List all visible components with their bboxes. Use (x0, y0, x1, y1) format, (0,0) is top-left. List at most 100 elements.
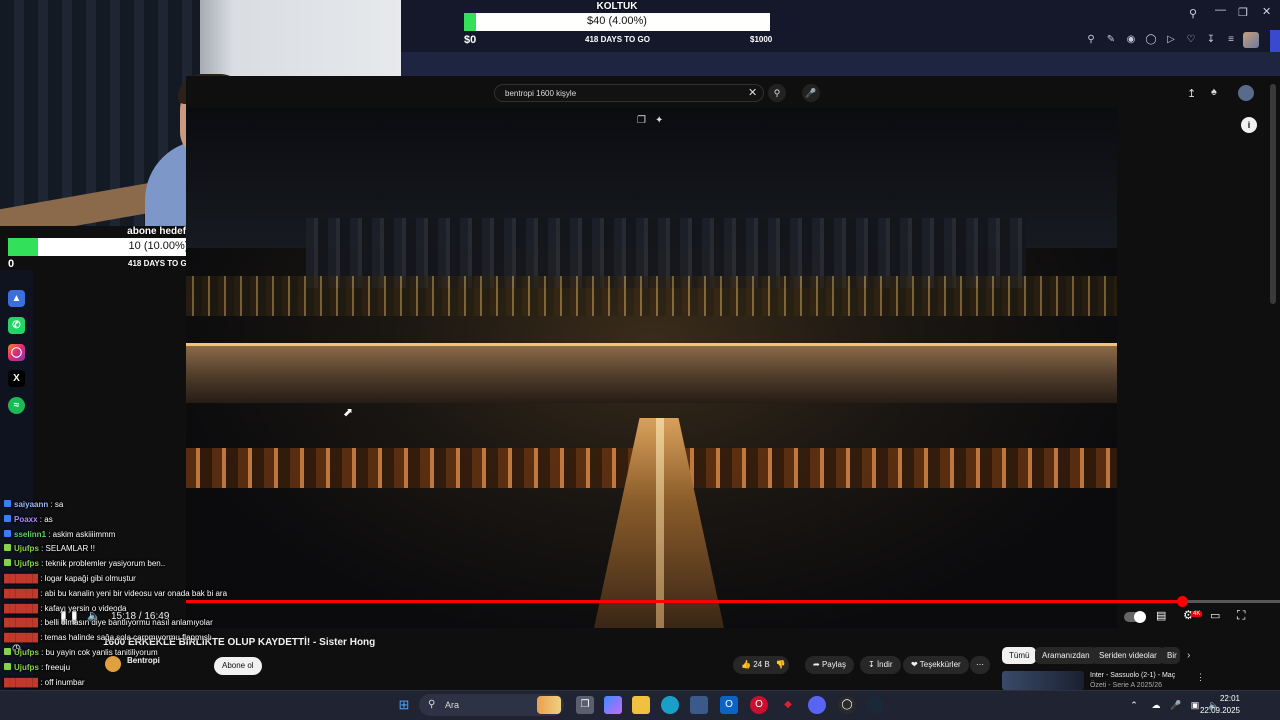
progress-scrubber[interactable] (1176, 596, 1188, 607)
heart-icon[interactable]: ♡ (1184, 33, 1198, 47)
search-icon[interactable]: ⚲ (1189, 7, 1197, 20)
close-icon[interactable]: ✕ (1262, 5, 1271, 18)
video-frame[interactable] (186, 108, 1117, 628)
chat-message: ██████ : belli olmasın diye bantlıyormu … (4, 618, 213, 627)
spotify-icon[interactable]: ≈ (8, 397, 25, 414)
account-avatar[interactable] (1238, 85, 1254, 101)
chat-text: : freeuju (38, 662, 71, 672)
chat-message: Ujufps : bu yayin cok yanlis tanitiliyor… (4, 648, 158, 657)
sparkle-icon[interactable]: ✦ (655, 115, 663, 126)
chat-text: : bu yayin cok yanlis tanitiliyorum (38, 648, 158, 657)
task-view-icon[interactable]: ❐ (576, 696, 594, 714)
instagram-icon[interactable]: ◯ (8, 344, 25, 361)
download-icon[interactable]: ↧ (1204, 33, 1218, 47)
chip-from-search[interactable]: Aramanızdan (1035, 647, 1097, 664)
chat-username: Ujufps (14, 559, 39, 569)
like-count: 24 B (753, 660, 770, 669)
opera-icon[interactable]: O (750, 696, 768, 714)
chat-username: ██████ (4, 574, 39, 583)
chat-message: ██████ : temas halinde sağa sola çarpmıy… (4, 633, 212, 642)
miniplayer-icon[interactable]: ❐ (637, 115, 646, 126)
chat-text: : SELAMLAR !! (38, 544, 95, 554)
restore-icon[interactable]: ❐ (1238, 6, 1248, 19)
chip-series[interactable]: Seriden videolar (1092, 647, 1164, 664)
fullscreen-icon[interactable]: ⛶ (1237, 608, 1245, 623)
whatsapp-icon[interactable]: ✆ (8, 317, 25, 334)
steam-icon[interactable] (866, 696, 884, 714)
file-explorer-icon[interactable] (632, 696, 650, 714)
copilot-icon[interactable] (604, 696, 622, 714)
chip-all[interactable]: Tümü (1002, 647, 1037, 664)
lit-wall (186, 343, 1117, 403)
top-goal-max: $1000 (750, 35, 773, 44)
store-icon[interactable] (690, 696, 708, 714)
taskbar-search-label: Ara (445, 700, 460, 710)
top-goal-days: 418 DAYS TO GO (585, 35, 650, 44)
minimize-icon[interactable]: — (1215, 4, 1226, 16)
autoplay-toggle[interactable] (1124, 611, 1146, 623)
subtitles-icon[interactable]: ▤ (1156, 609, 1166, 622)
aria-icon[interactable]: ▲ (8, 290, 25, 307)
chip-other[interactable]: Bir (1160, 647, 1180, 664)
tray-chevron-icon[interactable]: ⌃ (1125, 696, 1143, 714)
chat-badge-icon (4, 662, 11, 670)
download-button[interactable]: ↧ İndir (860, 656, 901, 674)
page-scrollbar[interactable] (1270, 84, 1276, 304)
recommended-subtitle: Özeti - Serie A 2025/26 (1090, 682, 1162, 689)
edit-icon[interactable]: ✎ (1104, 33, 1118, 47)
camera-icon[interactable]: ◉ (1124, 33, 1138, 47)
shield-icon[interactable]: ◯ (1144, 33, 1158, 47)
city-lights (186, 276, 1117, 316)
app-icon-circle[interactable]: ◯ (838, 696, 856, 714)
theater-mode-icon[interactable]: ▭ (1210, 609, 1220, 622)
clear-search-icon[interactable]: ✕ (748, 86, 757, 99)
chat-text: : belli olmasın diye bantlıyormu nasıl a… (38, 618, 213, 628)
tray-network-icon[interactable]: ☁ (1147, 696, 1165, 714)
x-icon[interactable]: X (8, 370, 25, 387)
chat-text: : temas halinde sağa sola çarpmıyormu fl… (38, 633, 212, 643)
like-dislike-group[interactable]: 👍 24 B 👎 (733, 656, 789, 674)
chat-message: saiyaann : sa (4, 500, 63, 509)
profile-avatar[interactable] (1243, 32, 1259, 48)
mic-icon[interactable]: 🎤 (802, 84, 820, 102)
chat-text: : as (37, 514, 53, 524)
recommended-menu-icon[interactable]: ⋮ (1196, 672, 1205, 683)
find-icon[interactable]: ⚲ (1084, 33, 1098, 47)
edge-icon[interactable] (661, 696, 679, 714)
thanks-button[interactable]: ❤ Teşekkürler (903, 656, 969, 674)
mouse-cursor: ⬈ (343, 405, 354, 419)
chat-text: : logar kapaği gibi olmuştur (38, 574, 136, 583)
upload-icon[interactable]: ↥ (1187, 87, 1196, 100)
chat-text: : kafayı yersin o videoda (38, 603, 127, 613)
share-button[interactable]: ➦ Paylaş (805, 656, 854, 674)
start-icon[interactable]: ⊞ (395, 696, 413, 714)
system-clock[interactable]: 22:01 22.09.2025 (1200, 693, 1240, 717)
road-lights (656, 418, 664, 628)
thanks-label: Teşekkürler (919, 660, 961, 669)
chevron-right-icon[interactable]: › (1187, 650, 1190, 661)
sidebar-toggle[interactable] (1270, 30, 1280, 52)
quality-badge: 4K (1191, 611, 1203, 617)
progress-played (186, 600, 1182, 603)
notifications-icon[interactable]: ♠ (1211, 86, 1217, 98)
more-actions-button[interactable]: ⋯ (970, 656, 990, 674)
chat-username: sselinn1 (14, 529, 47, 539)
thumbs-up-icon[interactable]: 👍 (741, 660, 751, 669)
recommended-title[interactable]: Inter - Sassuolo (2-1) - Maç (1090, 672, 1175, 679)
tray-mic-icon[interactable]: 🎤 (1167, 696, 1185, 714)
progress-bar[interactable] (186, 596, 1280, 607)
recommended-thumbnail[interactable] (1002, 671, 1084, 690)
search-button[interactable]: ⚲ (768, 84, 786, 102)
widget-icon[interactable] (537, 696, 561, 714)
chat-badge-icon (4, 544, 11, 552)
chat-message: Poaxx : as (4, 514, 53, 524)
thumbs-down-icon[interactable]: 👎 (776, 660, 786, 669)
search-input[interactable]: bentropi 1600 kişyle (494, 84, 764, 102)
discord-icon[interactable] (808, 696, 826, 714)
chat-badge-icon (4, 648, 11, 655)
info-icon[interactable]: i (1241, 117, 1257, 133)
play-icon[interactable]: ▷ (1164, 33, 1178, 47)
outlook-icon[interactable]: O (720, 696, 738, 714)
menu-icon[interactable]: ≡ (1224, 33, 1238, 47)
app-icon-red[interactable]: ◆ (779, 696, 797, 714)
